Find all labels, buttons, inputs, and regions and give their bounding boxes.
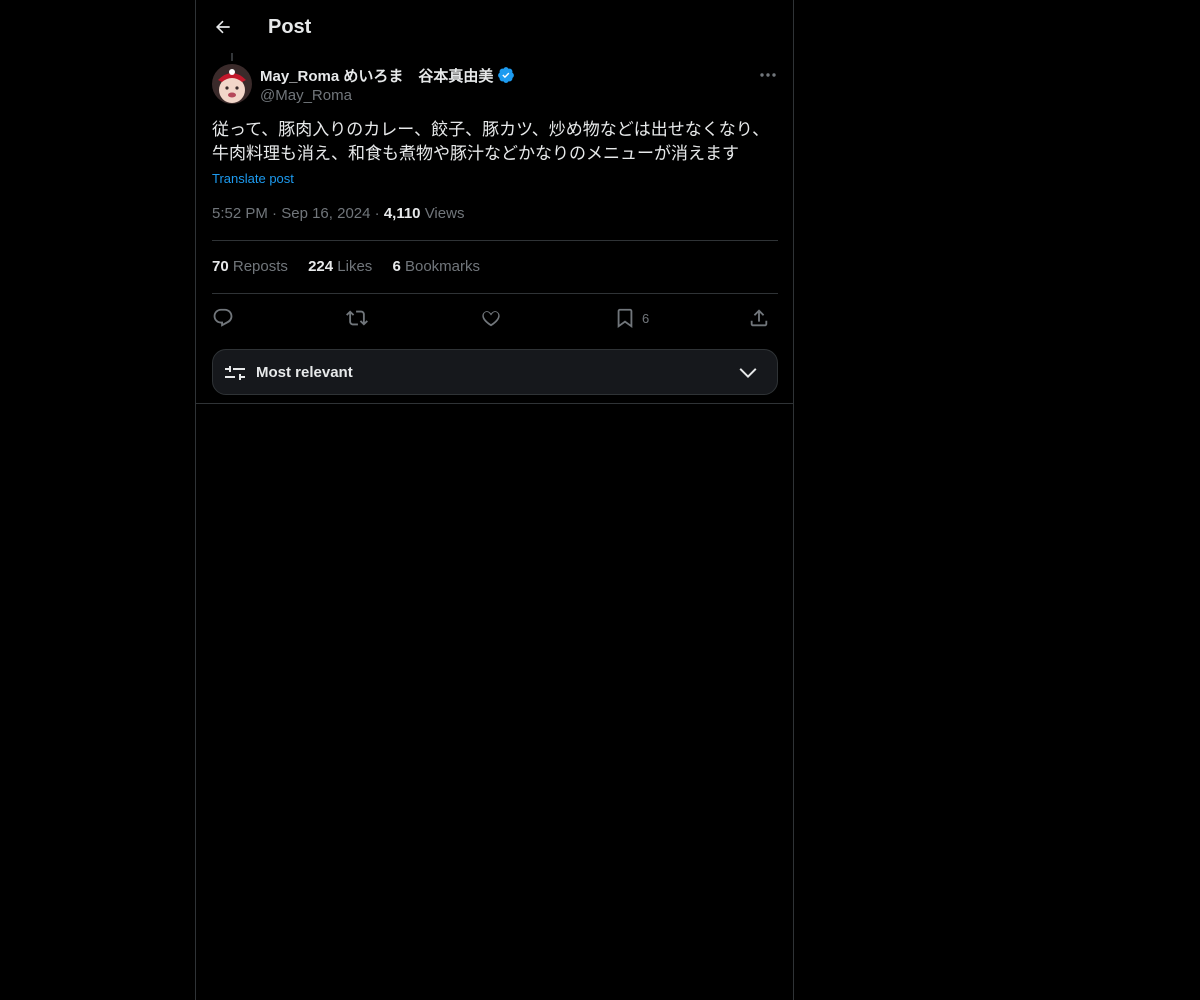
bookmarks-label: Bookmarks [404,258,481,275]
author-name-row[interactable]: May_Roma めいろま 谷本真由美 [260,64,515,86]
post-header: Post [196,0,793,53]
bookmark-count: 6 [642,310,650,326]
reposts-stat[interactable]: 70 Reposts [212,258,288,275]
share-icon [750,309,768,327]
reply-button[interactable] [212,304,234,332]
share-button[interactable] [748,304,770,332]
post-stats: 70 Reposts 224 Likes 6 Bookmarks [212,257,496,277]
bookmarks-stat[interactable]: 6 Bookmarks [392,258,480,275]
chevron-down-icon [739,368,757,378]
divider [212,240,778,241]
reposts-label: Reposts [232,258,288,275]
sort-label: Most relevant [256,364,353,381]
arrow-left-icon [216,20,230,34]
heart-icon [482,311,500,327]
avatar-image [212,64,252,104]
bookmark-button[interactable]: 6 [614,304,649,332]
divider [212,293,778,294]
repost-button[interactable] [346,304,368,332]
verified-badge-icon [498,67,515,83]
likes-label: Likes [337,258,373,275]
meta-separator: · [272,205,282,222]
translate-post-link[interactable]: Translate post [212,170,294,188]
section-divider [196,403,793,404]
sliders-icon [225,366,245,380]
post-meta: 5:52 PM · Sep 16, 2024 · 4,110 Views [212,204,464,224]
more-dots-icon [760,73,776,77]
avatar[interactable] [212,64,252,104]
author-display-name[interactable]: May_Roma めいろま 谷本真由美 [260,65,493,86]
post-text: 従って、豚肉入りのカレー、餃子、豚カツ、炒め物などは出せなくなり、牛肉料理も消え… [212,120,770,163]
views-label: Views [424,205,465,222]
bookmark-icon [617,308,633,329]
back-button[interactable] [210,14,236,40]
reply-icon [213,308,233,327]
likes-stat[interactable]: 224 Likes [308,258,372,275]
views-count: 4,110 [383,205,421,222]
post-date[interactable]: Sep 16, 2024 [281,205,370,222]
thread-line [231,53,233,61]
bookmarks-count: 6 [392,258,401,275]
more-options-button[interactable] [756,64,780,86]
main-column: Post May_Roma めいろま 谷本真由美 @May_Roma 従って、豚… [195,0,794,1000]
likes-count: 224 [308,258,334,275]
meta-separator: · [374,205,384,222]
repost-icon [346,310,368,326]
sort-replies-dropdown[interactable]: Most relevant [212,349,778,395]
post-time[interactable]: 5:52 PM [212,205,268,222]
action-bar: 6 [212,304,778,332]
author-handle[interactable]: @May_Roma [260,86,352,106]
like-button[interactable] [480,304,502,332]
reposts-count: 70 [212,258,229,275]
page-title: Post [268,16,312,38]
